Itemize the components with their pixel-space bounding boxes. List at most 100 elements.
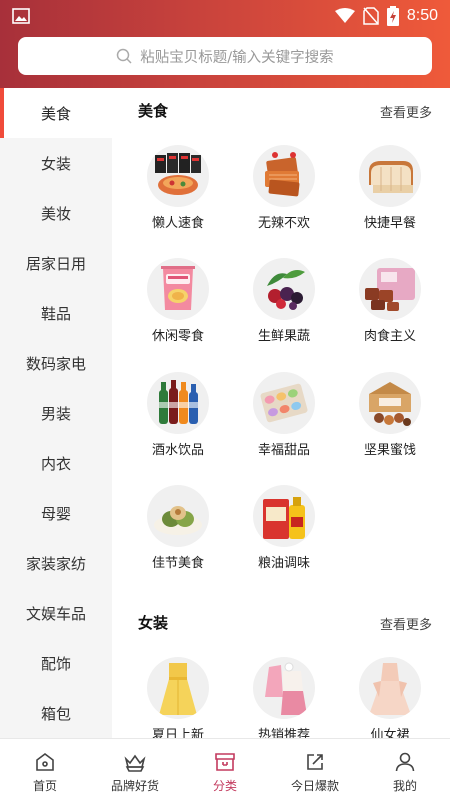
search-icon <box>117 48 132 64</box>
tab-label: 分类 <box>212 779 237 793</box>
tab-today-hot[interactable]: 今日爆款 <box>270 739 360 800</box>
sidebar-item-label: 男装 <box>40 404 71 423</box>
fruit-icon <box>253 258 315 320</box>
sidebar-item-home-textile[interactable]: 家装家纺 <box>0 538 112 588</box>
section-header-food: 美食 查看更多 <box>112 100 450 122</box>
category-item-label: 休闲零食 <box>151 329 204 344</box>
view-more-link[interactable]: 查看更多 <box>380 102 432 121</box>
category-item-label: 无辣不欢 <box>257 216 310 231</box>
sidebar-item-label: 女装 <box>40 154 71 173</box>
sidebar-item-accessories[interactable]: 配饰 <box>0 638 112 688</box>
sidebar-item-mens-wear[interactable]: 男装 <box>0 388 112 438</box>
pink-outfit-icon <box>253 657 315 719</box>
tab-label: 首页 <box>32 779 57 793</box>
lace-dress-icon <box>359 657 421 719</box>
category-item-label: 夏日上新 <box>151 728 204 738</box>
no-sim-icon <box>363 7 379 25</box>
sidebar-item-underwear[interactable]: 内衣 <box>0 438 112 488</box>
crown-basket-icon <box>124 754 146 772</box>
tab-label: 我的 <box>392 779 417 793</box>
sidebar-item-label: 箱包 <box>40 704 71 723</box>
category-item[interactable]: 生鲜果蔬 <box>231 258 337 368</box>
sidebar-item-bags[interactable]: 箱包 <box>0 688 112 738</box>
category-item[interactable]: 酒水饮品 <box>125 372 231 482</box>
view-more-link[interactable]: 查看更多 <box>380 614 432 633</box>
category-item-label: 酒水饮品 <box>151 443 204 458</box>
category-item-label: 坚果蜜饯 <box>363 443 416 458</box>
category-item-label: 肉食主义 <box>363 329 416 344</box>
sidebar-item-label: 居家日用 <box>25 254 86 273</box>
status-time: 8:50 <box>406 7 438 24</box>
category-item[interactable]: 快捷早餐 <box>337 145 443 255</box>
tab-mine[interactable]: 我的 <box>360 739 450 800</box>
category-item-label: 佳节美食 <box>151 556 204 571</box>
sidebar-item-shoes[interactable]: 鞋品 <box>0 288 112 338</box>
category-icon <box>215 753 235 771</box>
category-item[interactable]: 粮油调味 <box>231 485 337 595</box>
bread-icon <box>359 145 421 207</box>
sidebar-item-food[interactable]: 美食 <box>0 88 112 138</box>
sidebar-item-household[interactable]: 居家日用 <box>0 238 112 288</box>
category-item-label: 仙女裙 <box>370 728 410 738</box>
sidebar-item-label: 数码家电 <box>25 354 86 373</box>
category-sidebar: 美食 女装 美妆 居家日用 鞋品 数码家电 男装 内衣 母婴 家装家纺 文娱车品… <box>0 88 112 738</box>
battery-charging-icon <box>386 6 399 26</box>
category-item[interactable]: 幸福甜品 <box>231 372 337 482</box>
sidebar-item-label: 配饰 <box>40 654 71 673</box>
sidebar-item-label: 家装家纺 <box>25 554 86 573</box>
header: 8:50 粘贴宝贝标题/输入关键字搜索 <box>0 0 450 88</box>
category-item-label: 粮油调味 <box>257 556 310 571</box>
category-item[interactable]: 休闲零食 <box>125 258 231 368</box>
wifi-icon <box>334 8 355 23</box>
category-item[interactable]: 懒人速食 <box>125 145 231 255</box>
rice-cake-icon <box>147 485 209 547</box>
sidebar-item-label: 母婴 <box>40 504 71 523</box>
category-item[interactable]: 夏日上新 <box>125 657 231 738</box>
category-item-label: 快捷早餐 <box>363 216 416 231</box>
category-item-label: 懒人速食 <box>151 216 204 231</box>
nuts-icon <box>359 372 421 434</box>
tab-label: 品牌好货 <box>110 779 159 793</box>
drinks-icon <box>147 372 209 434</box>
snack-bag-icon <box>147 258 209 320</box>
category-item[interactable]: 热销推荐 <box>231 657 337 738</box>
category-item[interactable]: 仙女裙 <box>337 657 443 738</box>
home-icon <box>36 753 54 771</box>
share-icon <box>307 754 323 770</box>
sidebar-item-label: 文娱车品 <box>25 604 86 623</box>
yellow-dress-icon <box>147 657 209 719</box>
category-item[interactable]: 坚果蜜饯 <box>337 372 443 482</box>
sidebar-item-baby[interactable]: 母婴 <box>0 488 112 538</box>
macaron-icon <box>253 372 315 434</box>
category-item[interactable]: 肉食主义 <box>337 258 443 368</box>
tab-label: 今日爆款 <box>290 779 339 793</box>
meat-icon <box>359 258 421 320</box>
spicy-snack-icon <box>253 145 315 207</box>
search-input[interactable]: 粘贴宝贝标题/输入关键字搜索 <box>18 37 432 75</box>
sidebar-item-womens-wear[interactable]: 女装 <box>0 138 112 188</box>
instant-noodles-icon <box>147 145 209 207</box>
status-bar: 8:50 <box>0 0 450 32</box>
tab-brand-goods[interactable]: 品牌好货 <box>90 739 180 800</box>
rice-oil-icon <box>253 485 315 547</box>
category-item-label: 幸福甜品 <box>257 443 310 458</box>
category-item-label: 热销推荐 <box>257 728 310 738</box>
section-title: 女装 <box>138 614 169 632</box>
bottom-tab-bar: 首页 品牌好货 分类 今日爆款 我的 <box>0 738 450 800</box>
sidebar-item-label: 鞋品 <box>40 304 71 323</box>
category-item[interactable]: 佳节美食 <box>125 485 231 595</box>
user-icon <box>395 752 415 772</box>
sidebar-item-label: 内衣 <box>40 454 71 473</box>
sidebar-item-digital[interactable]: 数码家电 <box>0 338 112 388</box>
section-header-womens-wear: 女装 查看更多 <box>112 612 450 634</box>
category-content: 美食 查看更多 懒人速食 无辣不欢 快捷早餐 休闲零食 生鲜果蔬 肉食主义 酒水… <box>112 88 450 738</box>
search-placeholder: 粘贴宝贝标题/输入关键字搜索 <box>140 49 334 66</box>
category-item-label: 生鲜果蔬 <box>257 329 310 344</box>
category-item[interactable]: 无辣不欢 <box>231 145 337 255</box>
sidebar-item-beauty[interactable]: 美妆 <box>0 188 112 238</box>
tab-home[interactable]: 首页 <box>0 739 90 800</box>
sidebar-item-entertainment-car[interactable]: 文娱车品 <box>0 588 112 638</box>
sidebar-item-label: 美妆 <box>40 204 71 223</box>
tab-category[interactable]: 分类 <box>180 739 270 800</box>
section-title: 美食 <box>138 102 169 120</box>
